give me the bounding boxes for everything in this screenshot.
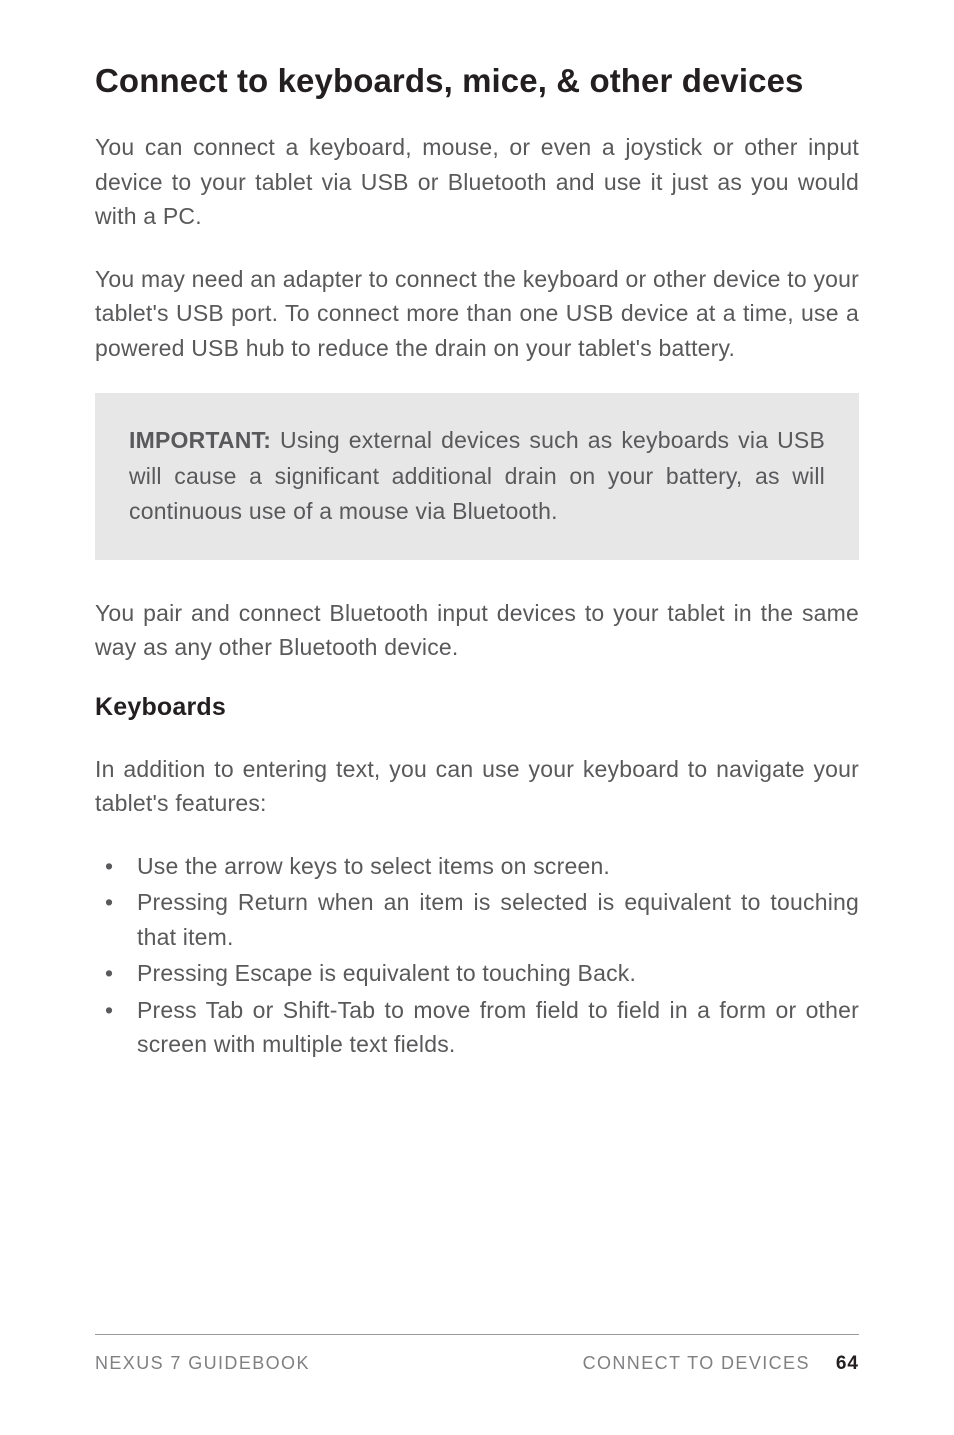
body-paragraph-2: You may need an adapter to connect the k… (95, 262, 859, 366)
footer-rule (95, 1334, 859, 1335)
important-callout: IMPORTANT: Using external devices such a… (95, 393, 859, 560)
footer-left: NEXUS 7 GUIDEBOOK (95, 1353, 310, 1374)
body-paragraph-4: In addition to entering text, you can us… (95, 752, 859, 821)
footer-section: CONNECT TO DEVICES (583, 1353, 810, 1374)
subheading-keyboards: Keyboards (95, 693, 859, 722)
list-item: Press Tab or Shift-Tab to move from fiel… (95, 993, 859, 1062)
bullet-list: Use the arrow keys to select items on sc… (95, 849, 859, 1062)
footer-row: NEXUS 7 GUIDEBOOK CONNECT TO DEVICES 64 (95, 1353, 859, 1375)
page-number: 64 (836, 1353, 859, 1375)
callout-text: IMPORTANT: Using external devices such a… (129, 423, 825, 530)
body-paragraph-3: You pair and connect Bluetooth input dev… (95, 596, 859, 665)
list-item: Use the arrow keys to select items on sc… (95, 849, 859, 884)
body-paragraph-1: You can connect a keyboard, mouse, or ev… (95, 130, 859, 234)
list-item: Pressing Escape is equivalent to touchin… (95, 956, 859, 991)
footer-right-group: CONNECT TO DEVICES 64 (583, 1353, 859, 1375)
page-heading: Connect to keyboards, mice, & other devi… (95, 62, 859, 100)
list-item: Pressing Return when an item is selected… (95, 885, 859, 954)
page-footer: NEXUS 7 GUIDEBOOK CONNECT TO DEVICES 64 (95, 1334, 859, 1375)
callout-label: IMPORTANT: (129, 427, 271, 453)
